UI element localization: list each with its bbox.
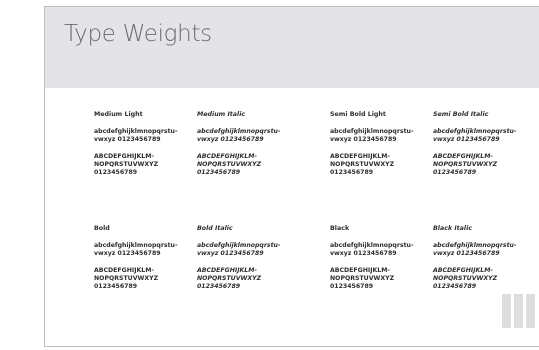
sample-label: Bold Italic <box>197 225 233 232</box>
header-band: Type Weights <box>45 7 539 88</box>
sample-lowercase: abcdefghijklmnopqrstu- vwxyz 0123456789 <box>433 128 517 143</box>
sample-uppercase: ABCDEFGHIJKLM- NOPQRSTUVWXYZ 0123456789 <box>330 153 395 176</box>
sample-label: Semi Bold Italic <box>433 111 489 118</box>
decorative-bars <box>502 294 539 328</box>
sample-uppercase: ABCDEFGHIJKLM- NOPQRSTUVWXYZ 0123456789 <box>94 267 159 290</box>
sample-black-italic: Black Italic abcdefghijklmnopqrstu- vwxy… <box>433 225 533 291</box>
decorative-bar <box>502 294 511 328</box>
sample-semi-bold-light: Semi Bold Light abcdefghijklmnopqrstu- v… <box>330 111 430 177</box>
sample-uppercase: ABCDEFGHIJKLM- NOPQRSTUVWXYZ 0123456789 <box>433 267 498 290</box>
page-title: Type Weights <box>64 21 212 47</box>
sample-label: Medium Italic <box>197 111 246 118</box>
sample-bold: Bold abcdefghijklmnopqrstu- vwxyz 012345… <box>94 225 194 291</box>
sample-lowercase: abcdefghijklmnopqrstu- vwxyz 0123456789 <box>94 128 178 143</box>
sample-semi-bold-italic: Semi Bold Italic abcdefghijklmnopqrstu- … <box>433 111 533 177</box>
sample-medium-italic: Medium Italic abcdefghijklmnopqrstu- vwx… <box>197 111 297 177</box>
sample-label: Medium Light <box>94 111 143 118</box>
decorative-bar <box>526 294 535 328</box>
sample-bold-italic: Bold Italic abcdefghijklmnopqrstu- vwxyz… <box>197 225 297 291</box>
sample-lowercase: abcdefghijklmnopqrstu- vwxyz 0123456789 <box>197 242 281 257</box>
page-frame: Type Weights Medium Light abcdefghijklmn… <box>44 6 539 347</box>
sample-lowercase: abcdefghijklmnopqrstu- vwxyz 0123456789 <box>433 242 517 257</box>
sample-lowercase: abcdefghijklmnopqrstu- vwxyz 0123456789 <box>197 128 281 143</box>
sample-uppercase: ABCDEFGHIJKLM- NOPQRSTUVWXYZ 0123456789 <box>94 153 159 176</box>
sample-lowercase: abcdefghijklmnopqrstu- vwxyz 0123456789 <box>94 242 178 257</box>
sample-lowercase: abcdefghijklmnopqrstu- vwxyz 0123456789 <box>330 242 414 257</box>
sample-uppercase: ABCDEFGHIJKLM- NOPQRSTUVWXYZ 0123456789 <box>330 267 395 290</box>
sample-black: Black abcdefghijklmnopqrstu- vwxyz 01234… <box>330 225 430 291</box>
decorative-bar <box>514 294 523 328</box>
sample-label: Bold <box>94 225 110 232</box>
sample-label: Black <box>330 225 350 232</box>
sample-medium-light: Medium Light abcdefghijklmnopqrstu- vwxy… <box>94 111 194 177</box>
sample-lowercase: abcdefghijklmnopqrstu- vwxyz 0123456789 <box>330 128 414 143</box>
sample-uppercase: ABCDEFGHIJKLM- NOPQRSTUVWXYZ 0123456789 <box>197 153 262 176</box>
sample-uppercase: ABCDEFGHIJKLM- NOPQRSTUVWXYZ 0123456789 <box>433 153 498 176</box>
sample-uppercase: ABCDEFGHIJKLM- NOPQRSTUVWXYZ 0123456789 <box>197 267 262 290</box>
sample-label: Black Italic <box>433 225 472 232</box>
sample-label: Semi Bold Light <box>330 111 386 118</box>
